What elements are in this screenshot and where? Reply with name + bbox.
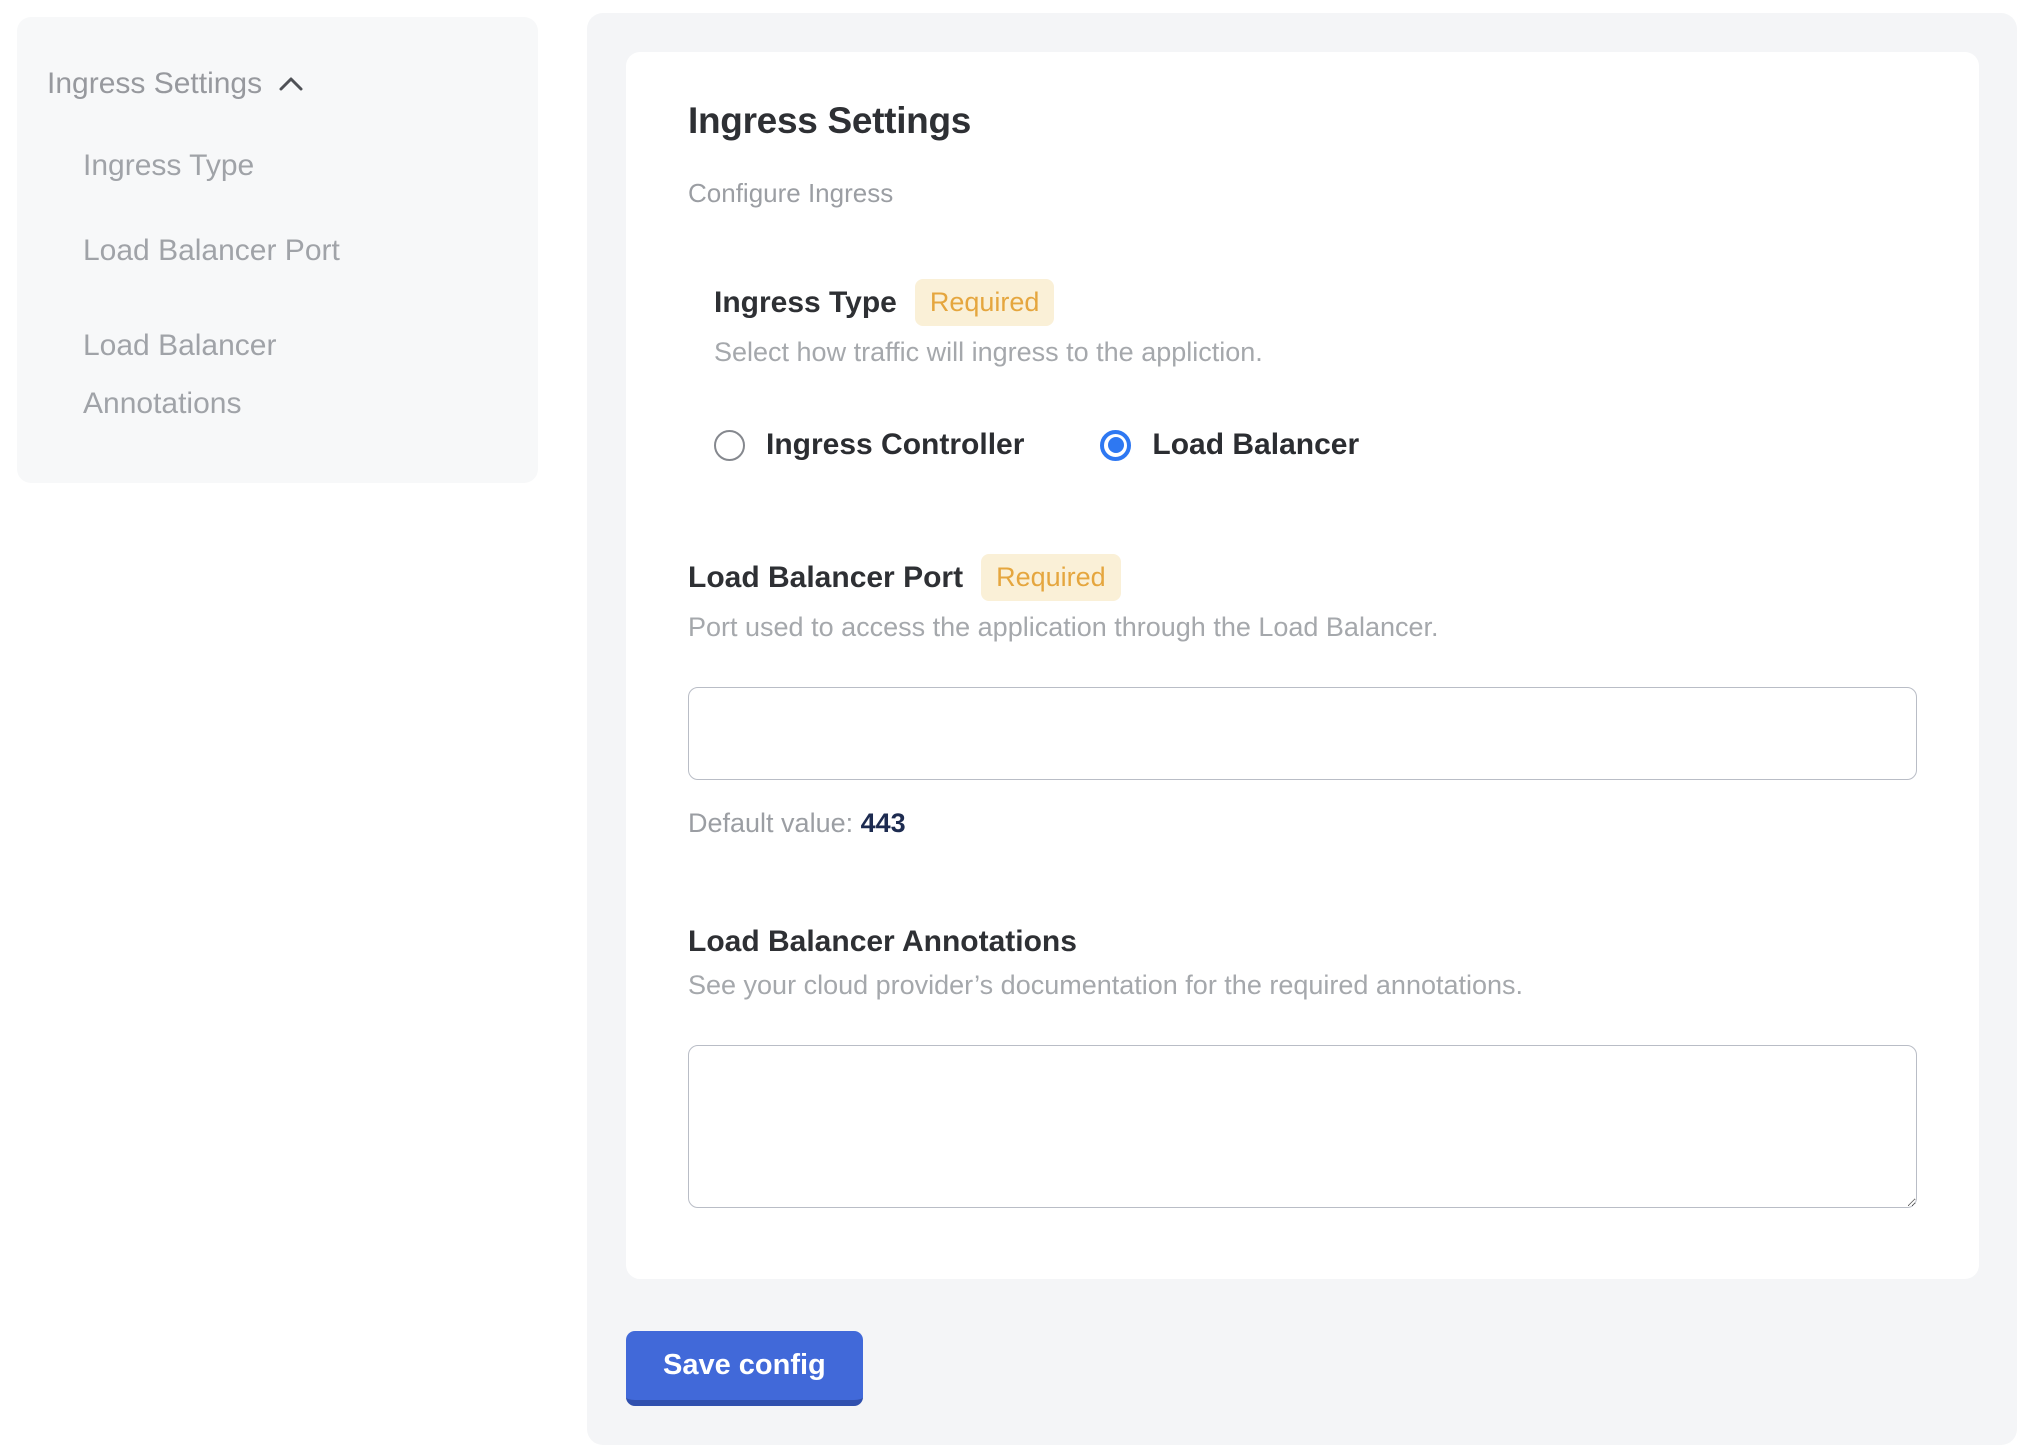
page-subtitle: Configure Ingress: [688, 178, 1917, 209]
required-badge: Required: [915, 279, 1055, 326]
radio-selected-icon[interactable]: [1100, 430, 1131, 461]
ingress-type-label: Ingress Type: [714, 286, 897, 320]
sidebar-item-load-balancer-annotations[interactable]: Load Balancer Annotations: [83, 317, 413, 433]
default-value-number: 443: [861, 808, 906, 838]
lb-port-description: Port used to access the application thro…: [688, 612, 1917, 643]
settings-panel: Ingress Settings Configure Ingress Ingre…: [587, 13, 2017, 1445]
chevron-up-icon[interactable]: [278, 75, 304, 93]
config-nav-sidebar: Ingress Settings Ingress Type Load Balan…: [17, 17, 538, 483]
sidebar-item-load-balancer-port[interactable]: Load Balancer Port: [83, 232, 413, 270]
section-ingress-type: Ingress Type Required Select how traffic…: [714, 279, 1917, 462]
default-value-label: Default value:: [688, 808, 853, 838]
required-badge: Required: [981, 554, 1121, 601]
ingress-settings-card: Ingress Settings Configure Ingress Ingre…: [626, 52, 1979, 1279]
radio-option-load-balancer[interactable]: Load Balancer: [1100, 428, 1359, 462]
lb-port-label: Load Balancer Port: [688, 561, 963, 595]
sidebar-section-title: Ingress Settings: [47, 67, 262, 101]
page-title: Ingress Settings: [688, 100, 1917, 142]
ingress-type-radio-group: Ingress Controller Load Balancer: [714, 428, 1917, 462]
lb-annotations-description: See your cloud provider’s documentation …: [688, 970, 1917, 1001]
lb-port-input[interactable]: [688, 687, 1917, 780]
radio-unselected-icon[interactable]: [714, 430, 745, 461]
radio-label-load-balancer: Load Balancer: [1152, 428, 1359, 462]
lb-port-default-line: Default value: 443: [688, 808, 1917, 839]
lb-annotations-textarea[interactable]: [688, 1045, 1917, 1208]
save-config-button[interactable]: Save config: [626, 1331, 863, 1406]
radio-option-ingress-controller[interactable]: Ingress Controller: [714, 428, 1024, 462]
radio-label-ingress-controller: Ingress Controller: [766, 428, 1024, 462]
section-load-balancer-annotations: Load Balancer Annotations See your cloud…: [688, 925, 1917, 1213]
lb-annotations-label: Load Balancer Annotations: [688, 925, 1077, 959]
sidebar-item-list: Ingress Type Load Balancer Port Load Bal…: [83, 147, 508, 433]
ingress-type-description: Select how traffic will ingress to the a…: [714, 337, 1917, 368]
sidebar-section-ingress-settings[interactable]: Ingress Settings: [47, 67, 508, 101]
sidebar-item-ingress-type[interactable]: Ingress Type: [83, 147, 413, 185]
section-load-balancer-port: Load Balancer Port Required Port used to…: [688, 554, 1917, 839]
